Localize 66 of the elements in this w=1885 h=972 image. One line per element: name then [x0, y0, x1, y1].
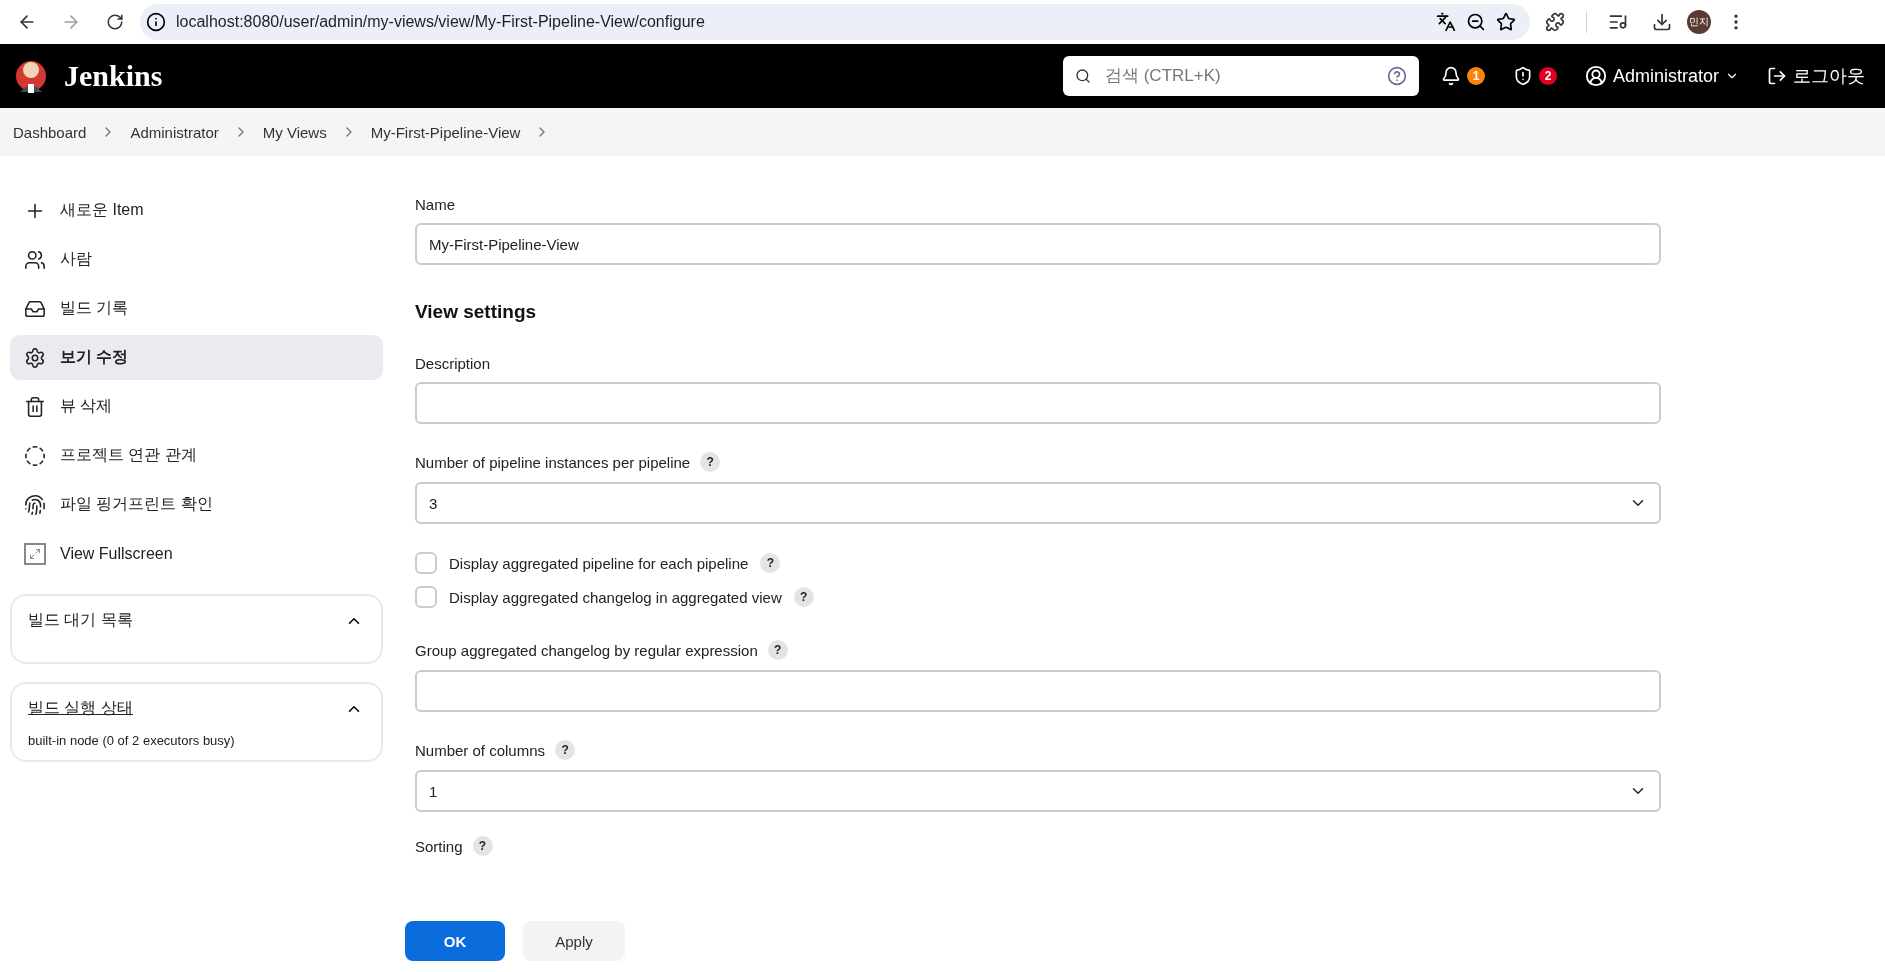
address-bar[interactable]: localhost:8080/user/admin/my-views/view/My-First-Pipeline-View/configure — [140, 4, 1530, 40]
breadcrumb-link[interactable]: My Views — [262, 123, 327, 141]
help-button[interactable]: ? — [472, 836, 493, 856]
search-bar[interactable]: 검색 (CTRL+K) — [1062, 56, 1419, 96]
ok-button[interactable]: OK — [405, 921, 505, 961]
checkbox-label: Display aggregated changelog in aggregated view — [449, 588, 782, 606]
sidebar-item[interactable]: 사람 — [10, 237, 383, 282]
reload-icon[interactable] — [106, 13, 124, 31]
sidebar-item[interactable]: 파일 핑거프린트 확인 — [10, 482, 383, 527]
field-label: Number of columns — [415, 741, 546, 759]
field-label: Sorting — [415, 837, 463, 855]
checkbox-label: Display aggregated pipeline for each pipeline — [449, 554, 749, 572]
search-field[interactable]: 검색 (CTRL+K) — [1102, 65, 1375, 87]
translate-icon[interactable] — [1436, 12, 1456, 32]
security-button[interactable]: 2 — [1506, 62, 1563, 90]
dashed-circle-icon — [24, 444, 46, 467]
brand-name[interactable]: Jenkins — [64, 59, 163, 93]
apply-button[interactable]: Apply — [523, 921, 625, 961]
text-field[interactable]: My-First-Pipeline-View — [415, 223, 1661, 265]
bell-icon[interactable] — [1440, 66, 1461, 86]
fullscreen-icon — [24, 542, 46, 565]
user-icon[interactable] — [1584, 65, 1607, 87]
help-button[interactable]: ? — [700, 452, 721, 472]
select-field[interactable]: 1 — [415, 770, 1661, 812]
text-field[interactable] — [415, 382, 1661, 424]
help-button[interactable]: ? — [760, 553, 781, 573]
info-icon[interactable] — [146, 12, 166, 32]
settings-icon — [24, 346, 46, 369]
field-label: Name — [415, 196, 455, 213]
text-field[interactable] — [415, 670, 1661, 712]
sidebar-item[interactable]: 보기 수정 — [10, 335, 383, 380]
sidebar-item[interactable]: 뷰 삭제 — [10, 384, 383, 429]
help-button[interactable]: ? — [767, 640, 788, 660]
panel-title: 빌드 대기 목록 — [28, 610, 133, 630]
logout-button[interactable]: 로그아웃 — [1761, 60, 1871, 92]
breadcrumb-link[interactable]: Administrator — [130, 123, 219, 141]
star-icon[interactable] — [1496, 12, 1516, 32]
search-icon — [1074, 68, 1091, 84]
select-field[interactable]: 3 — [415, 482, 1661, 524]
sidebar-item[interactable]: 프로젝트 연관 관계 — [10, 433, 383, 478]
profile-avatar[interactable]: 민지 — [1687, 10, 1711, 34]
sidebar-item[interactable]: 새로운 Item — [10, 188, 383, 233]
sidebar-item[interactable]: View Fullscreen — [10, 531, 383, 576]
fingerprint-icon — [24, 493, 46, 516]
field-label: Number of pipeline instances per pipeline — [415, 453, 691, 471]
breadcrumb-link[interactable]: My-First-Pipeline-View — [370, 123, 521, 141]
panel-text: built-in node (0 of 2 executors busy) — [28, 733, 236, 748]
breadcrumb-link[interactable]: Dashboard — [13, 123, 87, 141]
field-label: Group aggregated changelog by regular expression — [415, 641, 758, 659]
checkbox[interactable] — [415, 552, 437, 574]
sidebar-item[interactable]: 빌드 기록 — [10, 286, 383, 331]
download-icon[interactable] — [1652, 12, 1672, 32]
zoom-icon[interactable] — [1466, 12, 1486, 32]
playlist-icon[interactable] — [1608, 12, 1628, 32]
section-heading: View settings — [415, 301, 538, 323]
checkbox[interactable] — [415, 586, 437, 608]
puzzle-icon[interactable] — [1545, 12, 1565, 32]
help-button[interactable]: ? — [555, 740, 576, 760]
user-menu-button[interactable]: Administrator — [1578, 61, 1745, 91]
trash-icon — [24, 395, 46, 418]
field-label: Description — [415, 355, 491, 372]
help-button[interactable]: ? — [793, 587, 814, 607]
panel-title-link[interactable]: 빌드 실행 상태 — [28, 698, 133, 719]
people-icon — [24, 248, 46, 271]
help-icon[interactable] — [1386, 66, 1407, 86]
logout-icon[interactable] — [1767, 66, 1787, 86]
